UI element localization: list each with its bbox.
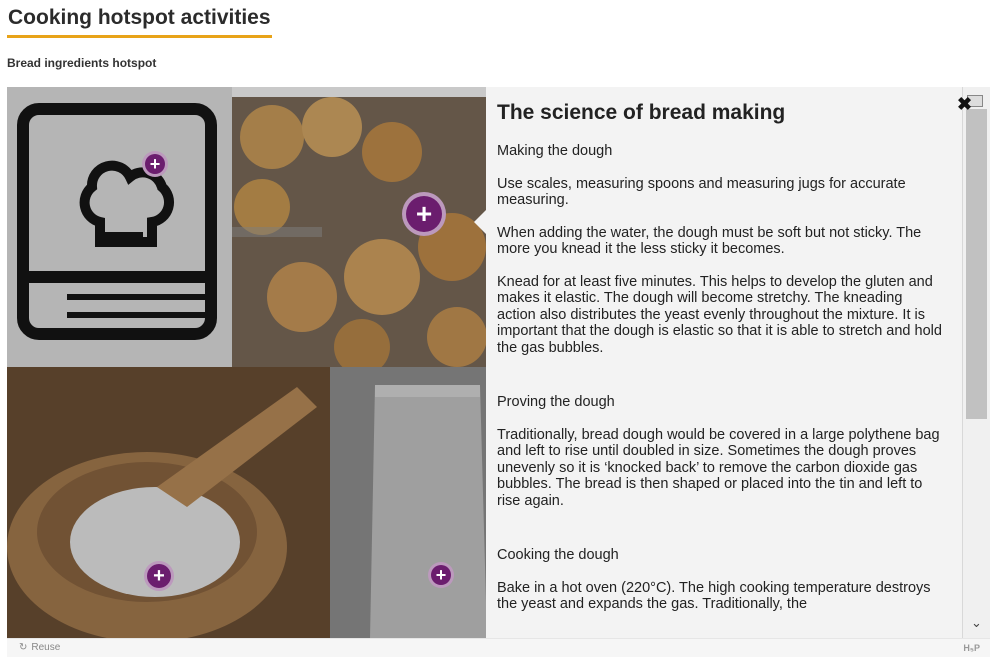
activity-subtitle: Bread ingredients hotspot (7, 56, 157, 70)
salt-mortar-image: + (7, 367, 330, 638)
hotspot-salt[interactable]: + (144, 561, 174, 591)
reuse-icon: ↻ (19, 642, 28, 653)
bread-rolls-image: + (232, 97, 487, 367)
popup-heading-cooking-dough: Cooking the dough (497, 547, 619, 563)
hotspot-bread-rolls[interactable]: + (402, 192, 446, 236)
h5p-logo[interactable]: H₅P (963, 643, 980, 653)
popup-title: The science of bread making (497, 101, 786, 124)
popup-paragraph: Use scales, measuring spoons and measuri… (497, 175, 906, 209)
scrollbar-thumb[interactable] (966, 109, 987, 419)
popup-paragraph: Traditionally, bread dough would be cove… (497, 426, 940, 509)
reuse-label: Reuse (31, 642, 61, 653)
plus-icon: + (415, 198, 433, 229)
popup-paragraph: When adding the water, the dough must be… (497, 224, 922, 258)
popup-scrollbar[interactable]: ⌄ (963, 87, 990, 638)
popup-heading-proving-dough: Proving the dough (497, 394, 615, 410)
hotspot-flour[interactable]: + (428, 562, 454, 588)
popup-paragraph: Bake in a hot oven (220°C). The high coo… (497, 579, 931, 613)
hotspot-stage: + + + + The science of bread making Maki… (7, 87, 990, 638)
recipe-book-icon (17, 103, 217, 340)
popup-content: The science of bread making Making the d… (486, 87, 962, 613)
hotspot-recipe-book[interactable]: + (142, 151, 168, 177)
reuse-button[interactable]: ↻ Reuse (19, 642, 60, 653)
plus-icon: + (149, 154, 161, 174)
chevron-down-icon[interactable]: ⌄ (971, 615, 982, 631)
page-title: Cooking hotspot activities (8, 6, 271, 29)
recipe-book-image: + (7, 87, 232, 367)
h5p-footer: ↻ Reuse H₅P (7, 638, 990, 657)
hotspot-popup: The science of bread making Making the d… (486, 87, 962, 638)
popup-arrow (474, 210, 486, 234)
plus-icon: + (435, 565, 447, 585)
title-underline (7, 35, 272, 38)
close-icon[interactable]: ✖ (957, 94, 972, 115)
popup-paragraph: Knead for at least five minutes. This he… (497, 273, 942, 356)
plus-icon: + (153, 565, 165, 587)
popup-heading-making-dough: Making the dough (497, 143, 613, 159)
flour-bag-image: + (330, 367, 487, 638)
